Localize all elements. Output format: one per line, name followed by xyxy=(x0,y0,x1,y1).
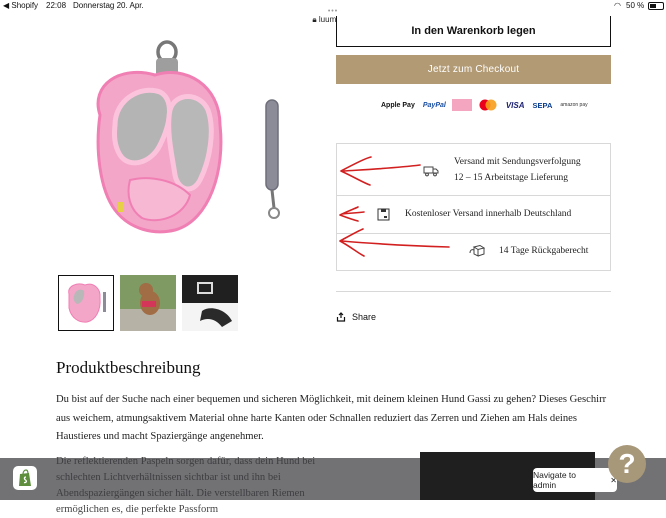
klarna-icon: Klarna xyxy=(451,99,472,111)
thumbnail-2[interactable] xyxy=(120,275,176,331)
description-heading: Produktbeschreibung xyxy=(56,358,201,377)
sepa-icon: SEPA xyxy=(532,100,553,110)
leash-ring-shape xyxy=(268,207,280,219)
visa-icon: VISA xyxy=(505,100,525,110)
amazon-pay-icon: amazon pay xyxy=(560,102,588,108)
share-icon xyxy=(336,312,346,322)
thumbnail-harness-image xyxy=(59,276,112,329)
checkout-button[interactable]: Jetzt zum Checkout xyxy=(336,55,611,84)
thumbnail-dog-photo xyxy=(120,275,176,331)
mastercard-icon xyxy=(476,99,500,111)
product-main-image[interactable] xyxy=(60,30,310,265)
thumbnail-1[interactable] xyxy=(58,275,114,331)
thumbnail-3[interactable] xyxy=(182,275,238,331)
leash-clip-shape xyxy=(270,189,276,209)
annotation-arrow-3 xyxy=(339,228,450,257)
lock-icon: 🔒︎ xyxy=(312,15,317,24)
apple-pay-icon: Apple Pay xyxy=(381,101,415,109)
thumbnail-detail-photo xyxy=(182,275,238,331)
navigate-to-admin-button[interactable]: Navigate to admin ✕ xyxy=(533,468,617,492)
annotation-arrow-2 xyxy=(339,206,365,222)
annotation-arrows xyxy=(339,156,450,257)
tag-shape xyxy=(118,202,124,212)
section-divider xyxy=(336,291,611,292)
add-to-cart-button[interactable]: In den Warenkorb legen xyxy=(336,16,611,47)
navigate-to-admin-label: Navigate to admin xyxy=(533,470,576,490)
description-paragraph: Du bist auf der Suche nach einer bequeme… xyxy=(56,394,607,442)
paypal-icon: PayPal xyxy=(422,101,446,109)
share-label: Share xyxy=(352,312,377,322)
mesh-panel-right-shape xyxy=(166,94,214,192)
shopify-logo-icon[interactable] xyxy=(13,466,37,490)
leash-coil-shape xyxy=(265,99,279,191)
annotation-arrow-1 xyxy=(340,156,421,186)
share-button[interactable]: Share xyxy=(336,312,376,322)
payment-icons: Apple Pay PayPal Klarna VISA SEPA amazon… xyxy=(379,98,590,112)
help-button[interactable]: ? xyxy=(608,445,646,483)
